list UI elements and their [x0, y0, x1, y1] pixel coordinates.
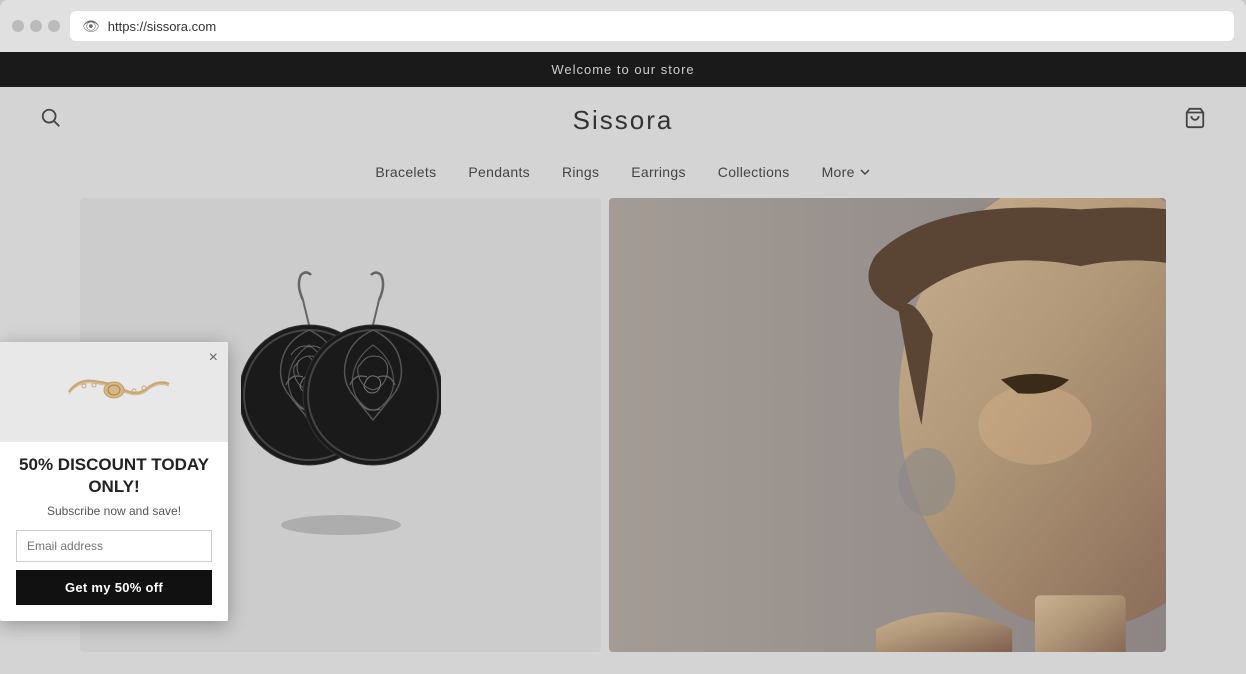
- popup-close-button[interactable]: ×: [209, 350, 218, 366]
- nav-item-rings[interactable]: Rings: [562, 164, 599, 180]
- popup-overlay: ×: [0, 52, 230, 674]
- dot-red[interactable]: [12, 20, 24, 32]
- woman-product-image: [609, 198, 1166, 652]
- dot-yellow[interactable]: [30, 20, 42, 32]
- earring-product-image: [241, 265, 441, 585]
- browser-chrome: 👁 https://sissora.com: [0, 0, 1246, 52]
- nav-item-bracelets[interactable]: Bracelets: [375, 164, 436, 180]
- site-logo[interactable]: Sissora: [573, 105, 674, 136]
- product-panel-right: [609, 198, 1166, 652]
- email-input[interactable]: [16, 530, 212, 562]
- cart-icon: [1184, 107, 1206, 129]
- address-bar[interactable]: 👁 https://sissora.com: [70, 11, 1234, 41]
- announcement-text: Welcome to our store: [551, 62, 694, 77]
- chevron-down-icon: [859, 166, 871, 178]
- popup-title: 50% DISCOUNT TODAY ONLY!: [16, 454, 212, 498]
- bracelet-image: [49, 362, 179, 422]
- nav-item-earrings[interactable]: Earrings: [631, 164, 686, 180]
- nav-item-collections[interactable]: Collections: [718, 164, 790, 180]
- nav-item-pendants[interactable]: Pendants: [468, 164, 530, 180]
- website: Welcome to our store Sissora Bracelets P…: [0, 52, 1246, 674]
- discount-popup: ×: [0, 342, 228, 621]
- main-content: ×: [0, 198, 1246, 652]
- dot-green[interactable]: [48, 20, 60, 32]
- cart-button[interactable]: [1184, 107, 1206, 134]
- popup-subtitle: Subscribe now and save!: [16, 504, 212, 518]
- popup-image-area: ×: [0, 342, 228, 442]
- eye-icon: 👁: [82, 18, 100, 35]
- discount-submit-button[interactable]: Get my 50% off: [16, 570, 212, 605]
- browser-dots: [12, 20, 60, 32]
- nav-item-more[interactable]: More: [822, 164, 871, 180]
- popup-body: 50% DISCOUNT TODAY ONLY! Subscribe now a…: [0, 442, 228, 621]
- url-text: https://sissora.com: [108, 19, 216, 34]
